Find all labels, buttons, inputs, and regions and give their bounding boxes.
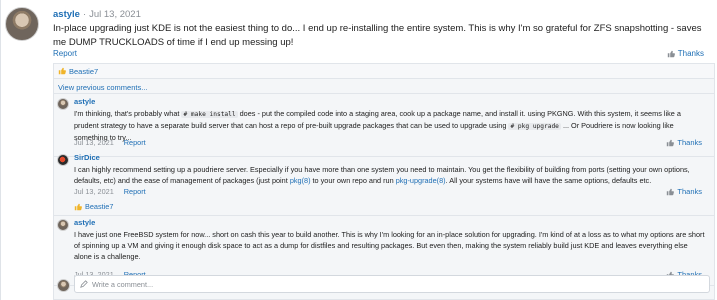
comment-body: I can highly recommend setting up a poud…	[74, 164, 706, 186]
view-previous-comments-link[interactable]: View previous comments...	[54, 80, 714, 94]
report-link[interactable]: Report	[124, 138, 146, 147]
comment-body: I'm thinking, that's probably what # mak…	[74, 108, 706, 143]
comment-meta: Jul 13, 2021 Report	[74, 187, 146, 196]
reaction-emoji-icon	[58, 67, 66, 75]
report-link[interactable]: Report	[124, 187, 146, 196]
thumbs-up-icon	[667, 50, 675, 57]
avatar[interactable]	[5, 7, 39, 41]
thanks-label: Thanks	[677, 187, 702, 196]
header-separator: ·	[82, 9, 87, 20]
avatar	[57, 279, 70, 292]
report-link[interactable]: Report	[53, 49, 77, 58]
reaction-emoji-icon	[74, 203, 82, 210]
avatar[interactable]	[57, 154, 69, 166]
post-date[interactable]: Jul 13, 2021	[89, 9, 141, 20]
comment-text: I'm thinking, that's probably what	[74, 109, 180, 118]
comment-text: to your own repo and run	[312, 176, 394, 185]
write-comment-input[interactable]: Write a comment...	[74, 275, 710, 293]
avatar[interactable]	[57, 98, 69, 110]
post-author[interactable]: astyle	[53, 9, 80, 20]
comments-section: Beastie7 View previous comments... astyl…	[53, 63, 715, 300]
reaction-user[interactable]: Beastie7	[85, 202, 113, 211]
pencil-icon	[80, 280, 88, 288]
comment-author[interactable]: astyle	[74, 218, 95, 227]
inline-code: # pkg upgrade	[508, 123, 561, 130]
comment-date[interactable]: Jul 13, 2021	[74, 187, 114, 196]
thumbs-up-icon	[667, 139, 675, 146]
manpage-link[interactable]: pkg-upgrade(8)	[396, 176, 446, 185]
thanks-label: Thanks	[677, 49, 704, 58]
inline-code: # make install	[181, 111, 238, 118]
comment: SirDice I can highly recommend setting u…	[54, 151, 714, 216]
avatar[interactable]	[57, 219, 69, 231]
comment: astyle I'm thinking, that's probably wha…	[54, 95, 714, 157]
thanks-label: Thanks	[677, 138, 702, 147]
comment-author[interactable]: astyle	[74, 97, 95, 106]
reaction-user[interactable]: Beastie7	[69, 67, 98, 76]
reaction-bar: Beastie7	[54, 64, 714, 79]
thumbs-up-icon	[667, 188, 675, 195]
thanks-button[interactable]: Thanks	[666, 138, 702, 147]
post-body: In-place upgrading just KDE is not the e…	[53, 23, 702, 48]
post: astyle · Jul 13, 2021 In-place upgrading j…	[0, 0, 717, 300]
comment-meta: Jul 13, 2021 Report	[74, 138, 146, 147]
write-comment-placeholder: Write a comment...	[92, 279, 154, 289]
thanks-button[interactable]: Thanks	[667, 49, 704, 58]
comment-body: I have just one FreeBSD system for now..…	[74, 230, 705, 261]
comment-reactions: Beastie7	[74, 202, 113, 211]
comment-author[interactable]: SirDice	[74, 153, 100, 162]
post-header: astyle · Jul 13, 2021	[53, 9, 141, 20]
comment-date[interactable]: Jul 13, 2021	[74, 138, 114, 147]
manpage-link[interactable]: pkg(8)	[290, 176, 311, 185]
post-actions: Report Thanks	[53, 49, 708, 61]
comment-text: . All your systems have will have the sa…	[445, 176, 652, 185]
thanks-button[interactable]: Thanks	[666, 187, 702, 196]
page: astyle · Jul 13, 2021 In-place upgrading j…	[0, 0, 717, 300]
write-comment-row: Write a comment...	[54, 274, 714, 300]
